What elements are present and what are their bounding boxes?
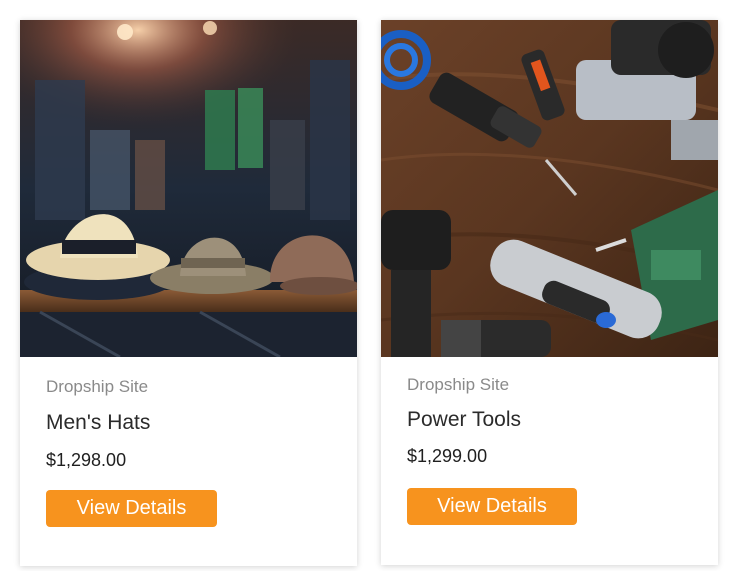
view-details-button[interactable]: View Details (46, 490, 217, 527)
view-details-button[interactable]: View Details (407, 488, 577, 525)
product-info: Dropship Site Men's Hats $1,298.00 View … (46, 357, 331, 527)
power-tools-photo (381, 20, 718, 357)
hats-photo (20, 20, 357, 357)
product-image-link[interactable] (20, 20, 357, 357)
product-info: Dropship Site Power Tools $1,299.00 View… (407, 357, 692, 525)
product-price: $1,298.00 (46, 450, 127, 470)
product-category: Dropship Site (46, 377, 149, 396)
product-price: $1,299.00 (407, 446, 488, 466)
product-category: Dropship Site (407, 375, 510, 394)
product-card-mens-hats: Dropship Site Men's Hats $1,298.00 View … (20, 20, 357, 566)
product-grid: Dropship Site Men's Hats $1,298.00 View … (0, 0, 733, 571)
product-title[interactable]: Power Tools (407, 407, 692, 433)
product-card-power-tools: Dropship Site Power Tools $1,299.00 View… (381, 20, 718, 565)
product-image-link[interactable] (381, 20, 718, 357)
product-title[interactable]: Men's Hats (46, 410, 331, 436)
